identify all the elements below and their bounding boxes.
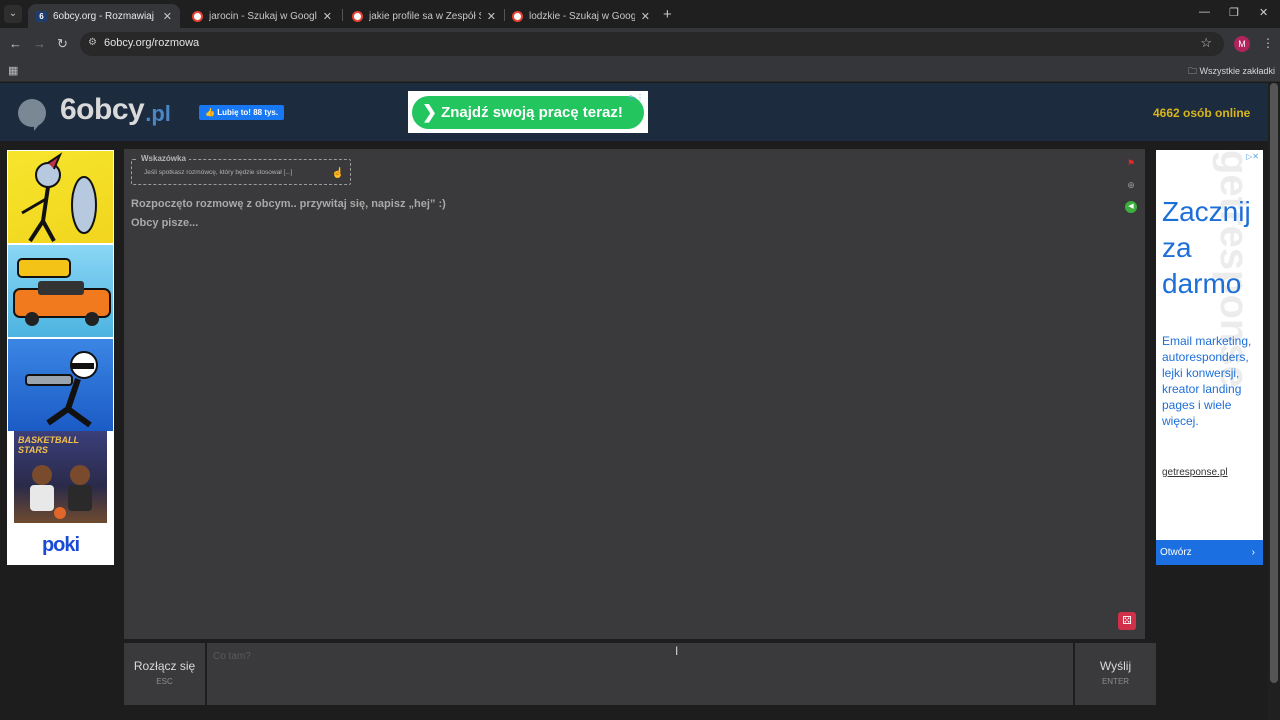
- tab-title: jarocin - Szukaj w Google: [209, 10, 317, 22]
- right-side-ad[interactable]: getresponse ▷✕ Zacznij za darmo Email ma…: [1156, 150, 1263, 565]
- restore-icon[interactable]: ❐: [1229, 6, 1239, 19]
- page-content: 6obcy .pl 👍 Lubię to! 88 tys. ❯ Znajdź s…: [0, 83, 1280, 720]
- logo-name: 6obcy: [60, 93, 145, 126]
- google-favicon-icon: [192, 10, 203, 22]
- profile-avatar[interactable]: M: [1234, 36, 1250, 52]
- ad-open-button[interactable]: Otwórz ›: [1156, 540, 1263, 565]
- ad-cta-text: Znajdź swoją pracę teraz!: [441, 104, 623, 121]
- ad-headline: Zacznij za darmo: [1162, 196, 1251, 299]
- send-button[interactable]: Wyślij ENTER: [1075, 643, 1156, 705]
- logo-tld: .pl: [145, 101, 171, 126]
- report-flag-icon[interactable]: ⚑: [1125, 157, 1137, 169]
- close-tab-icon[interactable]: ✕: [323, 10, 332, 23]
- tab-jarocin[interactable]: jarocin - Szukaj w Google ✕: [184, 4, 340, 28]
- close-tab-icon[interactable]: ✕: [641, 10, 650, 23]
- disconnect-button[interactable]: Rozłącz się ESC: [124, 643, 205, 705]
- site-header: 6obcy .pl 👍 Lubię to! 88 tys. ❯ Znajdź s…: [0, 83, 1268, 141]
- message-input[interactable]: [207, 643, 1073, 705]
- top-banner-ad[interactable]: ❯ Znajdź swoją pracę teraz! ▷⋮: [408, 91, 648, 133]
- forward-icon[interactable]: →: [33, 36, 46, 51]
- tab-title: jakie profile sa w Zespół Szkół Ponadgim…: [369, 10, 481, 22]
- tab-strip: ⌄ 6 6obcy.org - Rozmawiaj anonimowo ✕ ja…: [0, 0, 1280, 28]
- stickman-shooter-game[interactable]: [8, 339, 113, 431]
- text-cursor-icon: I: [675, 644, 679, 658]
- sound-icon[interactable]: ◀: [1125, 201, 1137, 213]
- facebook-like-label: Lubię to! 88 tys.: [217, 108, 279, 117]
- zoom-icon[interactable]: ⊕: [1125, 179, 1137, 191]
- ad-domain-link[interactable]: getresponse.pl: [1162, 467, 1228, 478]
- facebook-like-button[interactable]: 👍 Lubię to! 88 tys.: [199, 105, 285, 120]
- hint-text: Jeśli spotkasz rozmówcę, który będzie st…: [144, 169, 293, 176]
- address-bar[interactable]: ⚙ 6obcy.org/rozmowa ☆: [80, 32, 1224, 56]
- hint-box[interactable]: Wskazówka Jeśli spotkasz rozmówcę, który…: [131, 154, 351, 185]
- system-message: Rozpoczęto rozmowę z obcym.. przywitaj s…: [131, 198, 446, 210]
- random-dice-icon[interactable]: ⚄: [1118, 612, 1136, 630]
- scrollbar-thumb[interactable]: [1270, 83, 1278, 683]
- tab-zespol-szkol[interactable]: jakie profile sa w Zespół Szkół Ponadgim…: [344, 4, 504, 28]
- car-icon: [13, 258, 111, 326]
- google-favicon-icon: [352, 10, 363, 22]
- adchoices-icon[interactable]: ▷⋮: [630, 93, 644, 102]
- adchoices-icon[interactable]: ▷✕: [1246, 152, 1259, 161]
- basketball-stars-game[interactable]: BASKETBALL STARS: [14, 431, 107, 523]
- poki-logo[interactable]: poki: [7, 534, 114, 557]
- site-logo[interactable]: 6obcy .pl: [18, 93, 171, 131]
- chevron-right-icon: ›: [1251, 547, 1255, 558]
- new-tab-icon[interactable]: +: [663, 6, 672, 23]
- disconnect-shortcut: ESC: [156, 677, 173, 686]
- chevron-right-icon: ❯: [422, 102, 438, 122]
- close-window-icon[interactable]: ✕: [1259, 6, 1268, 19]
- browser-toolbar: ← → ↻ ⚙ 6obcy.org/rozmowa ☆: [0, 28, 1280, 60]
- ad-cta-button[interactable]: ❯ Znajdź swoją pracę teraz!: [412, 96, 644, 129]
- browser-menu-icon[interactable]: ⋮: [1262, 36, 1274, 50]
- apps-grid-icon[interactable]: ▦: [8, 64, 18, 77]
- car-drift-game[interactable]: [8, 245, 113, 337]
- all-bookmarks-label: Wszystkie zakładki: [1199, 66, 1276, 76]
- close-tab-icon[interactable]: ✕: [163, 10, 172, 23]
- google-favicon-icon: [512, 10, 523, 22]
- online-count: 4662 osób online: [1153, 106, 1251, 120]
- minimize-icon[interactable]: —: [1199, 6, 1210, 18]
- game-title: BASKETBALL STARS: [18, 435, 79, 455]
- stickman-shooter-icon: [25, 351, 98, 428]
- hint-title: Wskazówka: [138, 154, 189, 163]
- reload-icon[interactable]: ↻: [57, 36, 68, 52]
- stickman-warrior-icon: [21, 152, 97, 243]
- url-text: 6obcy.org/rozmowa: [104, 37, 200, 49]
- tab-title: 6obcy.org - Rozmawiaj anonimowo: [53, 10, 157, 22]
- speech-bubble-icon: [18, 99, 46, 131]
- typing-indicator: Obcy pisze...: [131, 217, 199, 229]
- send-label: Wyślij: [1099, 659, 1132, 673]
- tab-separator: [342, 9, 343, 21]
- disconnect-label: Rozłącz się: [133, 659, 196, 673]
- tab-6obcy[interactable]: 6 6obcy.org - Rozmawiaj anonimowo ✕: [28, 4, 180, 28]
- bookmarks-bar: ▦ 🗀 Wszystkie zakładki: [0, 60, 1280, 82]
- folder-icon: 🗀: [1188, 66, 1198, 76]
- chat-window: Wskazówka Jeśli spotkasz rozmówcę, który…: [124, 149, 1145, 639]
- site-info-icon[interactable]: ⚙: [88, 37, 97, 48]
- 6obcy-favicon-icon: 6: [36, 10, 47, 22]
- thumbs-up-icon: 👍: [205, 108, 215, 117]
- send-shortcut: ENTER: [1101, 677, 1130, 686]
- ad-body: Email marketing, autoresponders, lejki k…: [1162, 334, 1252, 428]
- page-scrollbar[interactable]: [1268, 83, 1280, 720]
- close-tab-icon[interactable]: ✕: [487, 10, 496, 23]
- tab-search-button[interactable]: ⌄: [4, 5, 22, 23]
- tab-title: lodzkie - Szukaj w Google: [529, 10, 635, 22]
- tab-lodzkie[interactable]: lodzkie - Szukaj w Google ✕: [504, 4, 658, 28]
- hand-pointer-icon: ☝: [331, 168, 344, 179]
- stickman-warrior-game[interactable]: [8, 151, 113, 243]
- bookmark-star-icon[interactable]: ☆: [1200, 35, 1212, 51]
- ad-open-label: Otwórz: [1160, 547, 1192, 558]
- back-icon[interactable]: ←: [9, 36, 22, 51]
- all-bookmarks-folder[interactable]: 🗀 Wszystkie zakładki: [1188, 64, 1275, 80]
- left-side-ad[interactable]: BASKETBALL STARS poki: [7, 150, 114, 565]
